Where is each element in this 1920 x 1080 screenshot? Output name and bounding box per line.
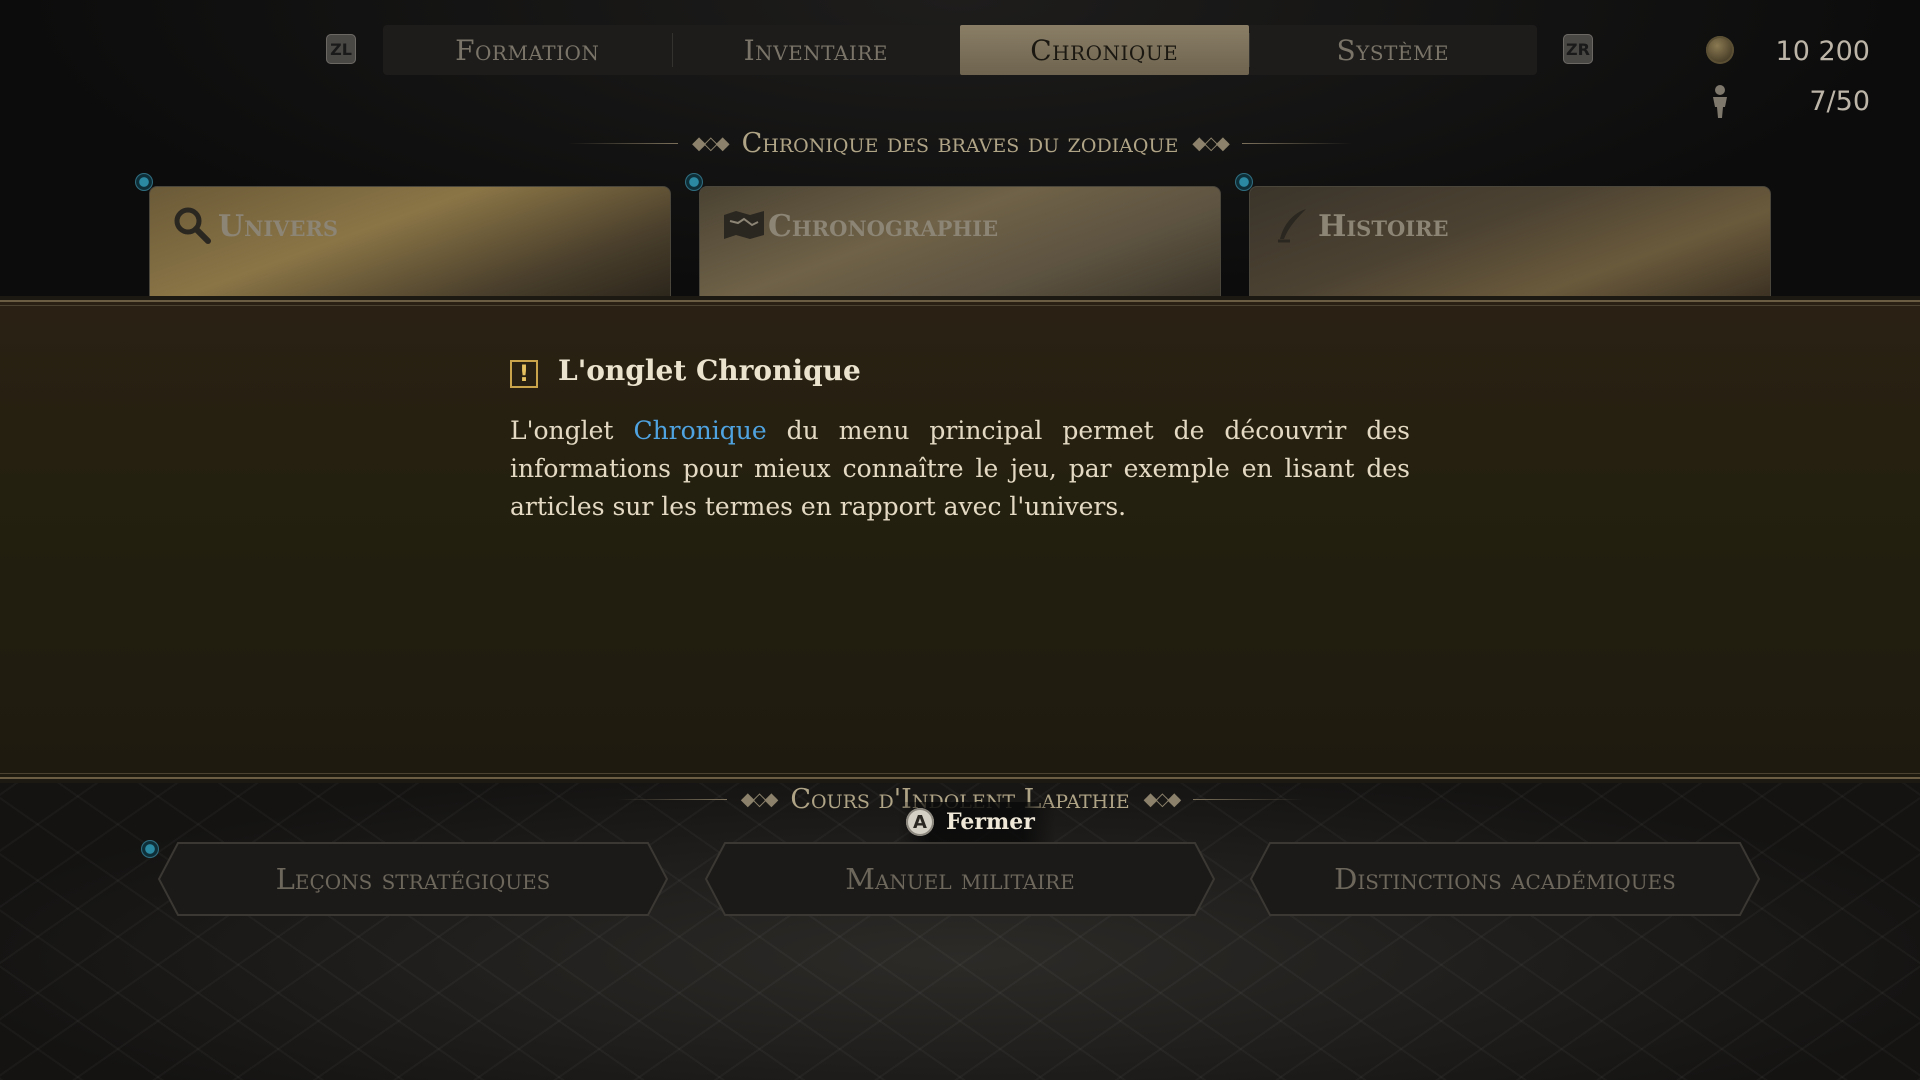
header-divider-left [616, 799, 727, 800]
map-icon [724, 211, 764, 239]
header-divider-left [568, 143, 679, 144]
zl-shoulder-button[interactable]: ZL [326, 34, 356, 64]
exclamation-icon: ! [510, 360, 538, 388]
dialog-body-keyword: Chronique [633, 416, 767, 445]
tab-inventaire[interactable]: Inventaire [671, 25, 961, 75]
quill-icon [1278, 209, 1306, 243]
distinctions-academiques-button[interactable]: Distinctions académiques [1250, 842, 1760, 916]
chronicle-section-header: ◆◇◆ Chronique des braves du zodiaque ◆◇◆ [0, 128, 1920, 159]
lecons-strategiques-button[interactable]: Leçons stratégiques [158, 842, 668, 916]
ornament-right-icon: ◆◇◆ [1143, 789, 1182, 810]
manuel-militaire-label: Manuel militaire [845, 862, 1075, 896]
card-histoire-label: Histoire [1318, 209, 1449, 244]
dialog-body: L'onglet Chronique du menu principal per… [510, 412, 1410, 526]
card-chronographie[interactable]: Chronographie [699, 186, 1221, 302]
card-univers-label: Univers [218, 209, 339, 244]
tab-formation[interactable]: Formation [383, 25, 672, 75]
dialog-body-text: L'onglet [510, 416, 634, 445]
magnifier-icon [174, 207, 211, 244]
a-button-icon: A [906, 808, 934, 836]
manuel-militaire-button[interactable]: Manuel militaire [705, 842, 1215, 916]
coin-icon [1706, 36, 1734, 64]
card-chronographie-label: Chronographie [768, 209, 999, 244]
tab-chronique[interactable]: Chronique [960, 25, 1249, 75]
card-univers[interactable]: Univers [149, 186, 671, 302]
lecons-strategiques-label: Leçons stratégiques [275, 862, 551, 896]
distinctions-academiques-label: Distinctions académiques [1334, 862, 1676, 896]
card-histoire[interactable]: Histoire [1249, 186, 1771, 302]
header-divider-right [1193, 799, 1304, 800]
ornament-left-icon: ◆◇◆ [740, 789, 779, 810]
header-divider-right [1241, 143, 1352, 144]
ornament-right-icon: ◆◇◆ [1192, 133, 1230, 154]
tab-systeme[interactable]: Système [1248, 25, 1538, 75]
help-dialog [0, 300, 1920, 779]
button-marker-dot [141, 840, 159, 858]
person-icon [1713, 85, 1727, 118]
ornament-left-icon: ◆◇◆ [692, 133, 730, 154]
money-value: 10 200 [1775, 36, 1870, 67]
close-prompt[interactable]: A Fermer [898, 802, 1055, 842]
zr-shoulder-button[interactable]: ZR [1563, 34, 1593, 64]
close-label: Fermer [946, 809, 1035, 835]
chronicle-section-title: Chronique des braves du zodiaque [741, 128, 1179, 159]
dialog-title: L'onglet Chronique [558, 354, 861, 387]
party-count: 7/50 [1809, 86, 1870, 117]
main-tab-bar: Formation Inventaire Chronique Système [383, 25, 1537, 75]
